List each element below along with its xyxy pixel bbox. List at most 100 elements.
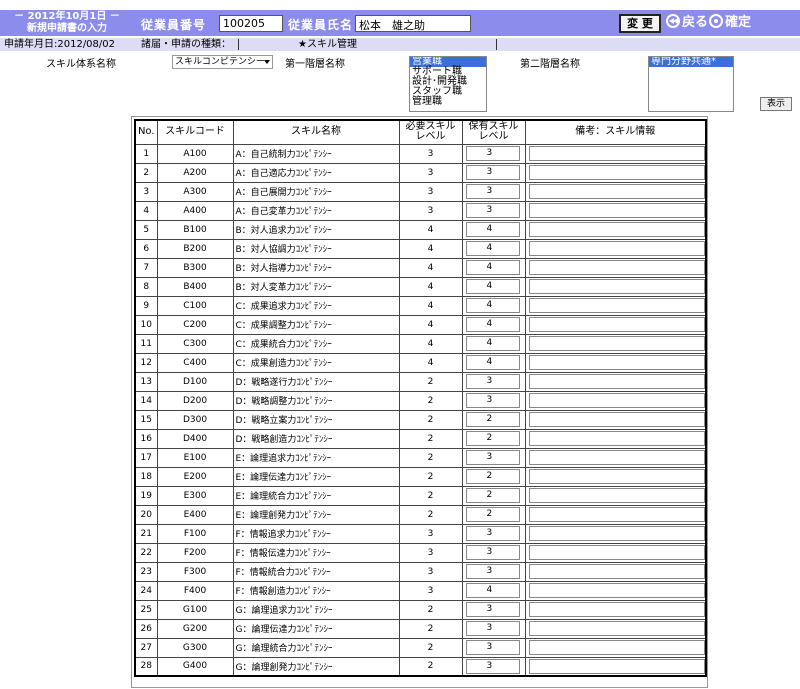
row-no: 1: [134, 143, 158, 164]
level1-option[interactable]: 管理職: [410, 97, 486, 107]
held-level-cell: 4: [461, 219, 526, 240]
note-input[interactable]: [528, 431, 705, 446]
level2-label: 第二階層名称: [520, 59, 580, 70]
note-input[interactable]: [528, 469, 705, 484]
note-input[interactable]: [528, 374, 705, 389]
held-level-input[interactable]: 4: [465, 279, 520, 294]
note-input[interactable]: [528, 488, 705, 503]
held-level-input[interactable]: 3: [465, 640, 520, 655]
back-button[interactable]: 戻る: [666, 14, 708, 32]
note-input[interactable]: [528, 526, 705, 541]
skill-name: G：論理追求力ｺﾝﾋﾟﾃﾝｼｰ: [232, 599, 400, 620]
note-input[interactable]: [528, 317, 705, 332]
held-level-input[interactable]: 3: [465, 602, 520, 617]
required-level: 3: [398, 162, 463, 183]
table-row: 22 F200 F：情報伝達力ｺﾝﾋﾟﾃﾝｼｰ 3 3: [134, 542, 707, 563]
held-level-cell: 2: [461, 428, 526, 449]
held-level-input[interactable]: 2: [465, 469, 520, 484]
held-level-input[interactable]: 2: [465, 431, 520, 446]
employee-name-label: 従業員氏名: [288, 18, 354, 32]
note-input[interactable]: [528, 355, 705, 370]
note-input[interactable]: [528, 222, 705, 237]
note-input[interactable]: [528, 279, 705, 294]
row-no: 17: [134, 447, 158, 468]
note-cell: [524, 295, 707, 316]
confirm-button[interactable]: 確定: [709, 14, 751, 32]
skill-code: A400: [156, 200, 234, 221]
held-level-input[interactable]: 3: [465, 165, 520, 180]
held-level-cell: 3: [461, 447, 526, 468]
held-level-cell: 3: [461, 371, 526, 392]
skill-name: E：論理伝達力ｺﾝﾋﾟﾃﾝｼｰ: [232, 466, 400, 487]
employee-no-field[interactable]: 100205: [219, 15, 283, 32]
held-level-input[interactable]: 2: [465, 488, 520, 503]
held-level-input[interactable]: 4: [465, 583, 520, 598]
divider: [496, 39, 497, 50]
held-level-input[interactable]: 2: [465, 507, 520, 522]
skill-name: F：情報追求力ｺﾝﾋﾟﾃﾝｼｰ: [232, 523, 400, 544]
note-input[interactable]: [528, 184, 705, 199]
note-input[interactable]: [528, 241, 705, 256]
show-button[interactable]: 表示: [760, 97, 792, 111]
change-button[interactable]: 変 更: [619, 14, 661, 33]
held-level-input[interactable]: 3: [465, 393, 520, 408]
level2-listbox[interactable]: 専門分野共通*: [648, 56, 734, 112]
held-level-input[interactable]: 2: [465, 412, 520, 427]
note-input[interactable]: [528, 507, 705, 522]
skill-name: B：対人協調力ｺﾝﾋﾟﾃﾝｼｰ: [232, 238, 400, 259]
held-level-input[interactable]: 4: [465, 298, 520, 313]
note-input[interactable]: [528, 412, 705, 427]
row-no: 7: [134, 257, 158, 278]
level2-option[interactable]: 専門分野共通*: [649, 57, 733, 67]
note-input[interactable]: [528, 165, 705, 180]
note-input[interactable]: [528, 298, 705, 313]
skill-name: B：対人指導力ｺﾝﾋﾟﾃﾝｼｰ: [232, 257, 400, 278]
employee-name-field[interactable]: 松本 雄之助: [355, 15, 471, 32]
held-level-cell: 4: [461, 257, 526, 278]
note-input[interactable]: [528, 393, 705, 408]
note-input[interactable]: [528, 545, 705, 560]
note-cell: [524, 504, 707, 525]
held-level-input[interactable]: 4: [465, 336, 520, 351]
held-level-input[interactable]: 3: [465, 564, 520, 579]
skill-code: B100: [156, 219, 234, 240]
held-level-input[interactable]: 4: [465, 241, 520, 256]
note-input[interactable]: [528, 640, 705, 655]
held-level-input[interactable]: 3: [465, 450, 520, 465]
held-level-input[interactable]: 3: [465, 658, 520, 674]
note-input[interactable]: [528, 336, 705, 351]
note-input[interactable]: [528, 658, 705, 674]
held-level-cell: 2: [461, 466, 526, 487]
note-input[interactable]: [528, 602, 705, 617]
held-level-input[interactable]: 3: [465, 203, 520, 218]
required-level: 2: [398, 371, 463, 392]
held-level-input[interactable]: 4: [465, 260, 520, 275]
skill-system-select[interactable]: スキルコンピテンシー: [172, 55, 273, 69]
skill-code: E100: [156, 447, 234, 468]
held-level-input[interactable]: 3: [465, 184, 520, 199]
held-level-input[interactable]: 4: [465, 317, 520, 332]
note-input[interactable]: [528, 146, 705, 161]
note-input[interactable]: [528, 564, 705, 579]
held-level-input[interactable]: 3: [465, 545, 520, 560]
held-level-cell: 4: [461, 295, 526, 316]
row-no: 8: [134, 276, 158, 297]
note-input[interactable]: [528, 450, 705, 465]
held-level-input[interactable]: 3: [465, 374, 520, 389]
held-level-input[interactable]: 3: [465, 526, 520, 541]
held-level-input[interactable]: 3: [465, 621, 520, 636]
held-level-input[interactable]: 4: [465, 222, 520, 237]
note-input[interactable]: [528, 203, 705, 218]
level1-listbox[interactable]: 営業職 サポート職 設計･開発職 スタッフ職 管理職: [409, 56, 487, 112]
held-level-input[interactable]: 4: [465, 355, 520, 370]
skill-name: D：戦略立案力ｺﾝﾋﾟﾃﾝｼｰ: [232, 409, 400, 430]
held-level-input[interactable]: 3: [465, 146, 520, 161]
required-level: 2: [398, 466, 463, 487]
table-row: 8 B400 B：対人変革力ｺﾝﾋﾟﾃﾝｼｰ 4 4: [134, 276, 707, 297]
note-cell: [524, 466, 707, 487]
note-input[interactable]: [528, 583, 705, 598]
note-cell: [524, 428, 707, 449]
note-input[interactable]: [528, 621, 705, 636]
note-input[interactable]: [528, 260, 705, 275]
held-level-cell: 3: [461, 162, 526, 183]
